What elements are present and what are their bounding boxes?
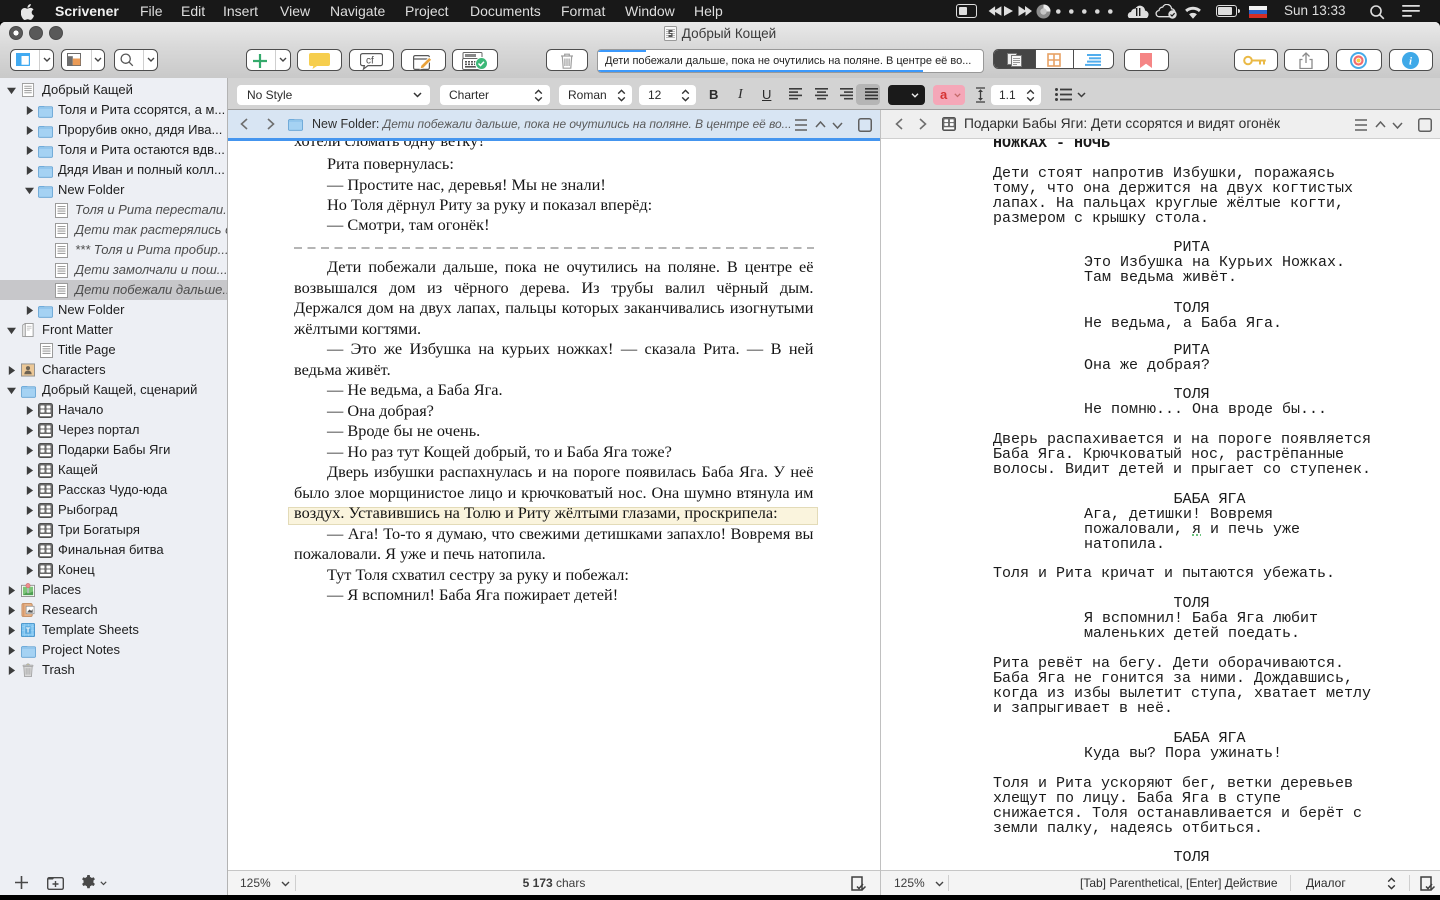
svg-text:cf: cf [366, 55, 374, 66]
svg-text:T: T [26, 625, 31, 634]
